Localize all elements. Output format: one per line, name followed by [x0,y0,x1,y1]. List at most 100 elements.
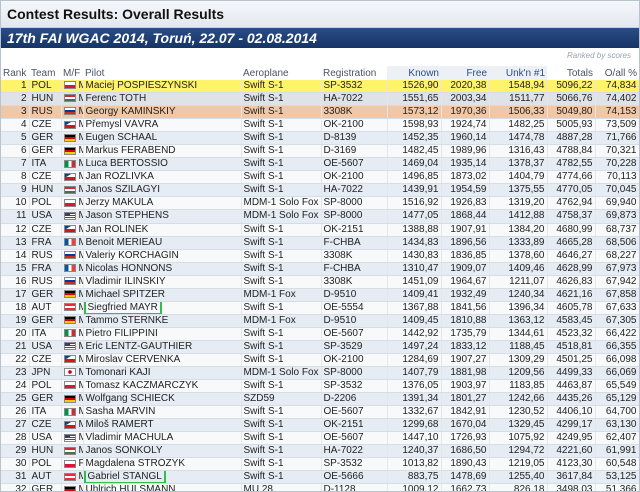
registration-cell: D-3169 [321,144,388,159]
table-row[interactable]: 20ITA MPietro FILIPPINISwift S-1OE-560714… [1,327,639,341]
table-row[interactable]: 13FRA MBenoit MERIEAUSwift S-1F-CHBA1434,… [1,236,639,250]
table-row[interactable]: 1POL MMaciej POSPIESZYŃSKISwift S-1SP-353… [1,80,639,94]
mf-cell: M [61,157,84,172]
table-row[interactable]: 25GER MWolfgang SCHIECKSZD59D-22061391,34… [1,392,639,407]
table-row[interactable]: 28USA MVladimir MACHULASwift S-1OE-560714… [1,431,639,446]
total-score-cell: 4499,33 [547,366,596,381]
overall-pct-cell: 61,991 [595,444,639,459]
aeroplane-cell: Swift S-1 [241,118,322,133]
col-unknown[interactable]: Unk'n #1 [489,66,547,80]
registration-cell: OE-5554 [321,301,388,315]
overall-pct-cell: 60,548 [595,457,639,472]
highlighted-pilot-name[interactable]: Siegfried MAYR [83,301,162,314]
overall-pct-cell: 71,766 [595,131,639,146]
known-score-cell: 1573,12 [387,105,442,120]
rank-cell: 28 [1,431,30,446]
registration-cell: 3308K [321,249,388,263]
table-row[interactable]: 27CZE MMiloš RAMERTSwift S-1OK-21511299,6… [1,418,639,433]
table-row[interactable]: 7ITA MLuca BERTOSSIOSwift S-1OE-56071469,… [1,157,639,172]
table-row[interactable]: 16RUS MVladimir ILINSKIYSwift S-13308K145… [1,275,639,289]
aeroplane-cell: Swift S-1 [241,301,322,315]
table-row[interactable]: 24POL MTomasz KACZMARCZYKSwift S-1SP-3532… [1,379,639,394]
known-score-cell: 1469,04 [387,157,442,172]
unknown-score-cell: 1482,25 [489,118,548,133]
overall-pct-cell: 74,402 [595,92,639,107]
registration-cell: OK-2100 [321,353,388,368]
total-score-cell: 4770,05 [547,183,596,198]
gender-label: M [79,237,83,248]
table-row[interactable]: 5GERMEugen SCHAALSwift S-1D-81391452,351… [1,131,639,146]
aeroplane-cell: Swift S-1 [241,157,322,172]
table-row[interactable]: 6GER MMarkus FERABENDSwift S-1D-31691482,… [1,144,639,159]
mf-cell: M [61,353,84,368]
table-row[interactable]: 3RUS MGeorgy KAMINSKIYSwift S-13308K1573,… [1,105,639,120]
table-row[interactable]: 30POLFMagdalena STRÓŻYKSwift S-1SP-35321… [1,457,639,472]
gender-label: M [79,263,83,274]
table-row[interactable]: 12CZE MJan ROLINEKSwift S-1OK-21511388,88… [1,223,639,237]
table-row[interactable]: 18AUT MSiegfried MAYR Swift S-1OE-55541367… [1,301,639,315]
aeroplane-cell: SZD59 [241,392,322,407]
col-team[interactable]: Team [29,66,61,80]
table-row[interactable]: 15FRA MNicolas HONNONSSwift S-1F-CHBA1310… [1,262,639,276]
col-overall-pct[interactable]: O/all % [595,66,639,80]
rank-cell: 1 [1,80,30,94]
team-cell: GER [29,392,62,407]
table-row[interactable]: 9HUN MJanos SZILAGYISwift S-1HA-70221439,… [1,183,639,198]
rank-cell: 17 [1,288,30,302]
registration-cell: SP-3529 [321,340,388,354]
table-row[interactable]: 21USA MEric LENTZ-GAUTHIERSwift S-1SP-352… [1,340,639,354]
overall-pct-cell: 66,069 [595,366,639,381]
col-rank[interactable]: Rank [1,66,29,80]
table-row[interactable]: 29HUN MJanos SONKOLYSwift S-1HA-70221240,… [1,444,639,459]
free-score-cell: 1926,83 [441,196,490,211]
col-pilot[interactable]: Pilot [83,66,241,80]
flag-icon [63,81,76,90]
rank-cell: 5 [1,131,30,146]
mf-cell: M [61,183,84,198]
known-score-cell: 1299,68 [387,418,442,433]
unknown-score-cell: 1375,55 [489,183,548,198]
pilot-cell: Uhlrich HULSMANN [83,483,242,491]
col-known[interactable]: Known [387,66,441,80]
pilot-cell: Janos SONKOLY [83,444,242,459]
table-row[interactable]: 32GER MUhlrich HULSMANNMU 28D-11281009,12… [1,483,639,491]
table-row[interactable]: 10POLMJerzy MAKULAMDM-1 Solo FoxSP-80001… [1,196,639,211]
registration-cell: F-CHBA [321,236,388,250]
known-score-cell: 1477,05 [387,209,442,224]
unknown-score-cell: 1404,79 [489,170,548,185]
team-cell: CZE [29,118,62,133]
total-score-cell: 4646,27 [547,249,596,263]
free-score-cell: 1810,88 [441,314,490,328]
registration-cell: HA-7022 [321,92,388,107]
table-row[interactable]: 26ITA MSasha MARVINSwift S-1OE-56071332,6… [1,405,639,420]
known-score-cell: 1009,12 [387,483,442,491]
col-registration[interactable]: Registration [321,66,387,80]
table-row[interactable]: 22CZEMMiroslav ČERVENKASwift S-1OK-21001… [1,353,639,368]
table-row[interactable]: 14RUS MValeriy KORCHAGINSwift S-13308K143… [1,249,639,263]
table-row[interactable]: 11USA MJason STEPHENSMDM-1 Solo FoxSP-800… [1,209,639,224]
col-totals[interactable]: Totals [547,66,595,80]
table-row[interactable]: 31AUT MGabriel STANGL Swift S-1OE-5666883,… [1,470,639,485]
table-row[interactable]: 8CZE MJan ROZLIVKASwift S-1OK-21001496,85… [1,170,639,185]
table-row[interactable]: 19GER MTammo STERNKEMDM-1 FoxD-95101409,4… [1,314,639,328]
col-free[interactable]: Free [441,66,489,80]
free-score-cell: 1478,69 [441,470,490,485]
team-cell: GER [29,314,62,328]
table-row[interactable]: 4CZE MPřemysl VÁVRASwift S-1OK-21001598,9… [1,118,639,133]
known-score-cell: 883,75 [387,470,442,485]
aeroplane-cell: Swift S-1 [241,144,322,159]
table-row[interactable]: 2HUN MFerenc TOTHSwift S-1HA-70221551,652… [1,92,639,107]
highlighted-pilot-name[interactable]: Gabriel STANGL [83,470,166,483]
col-aeroplane[interactable]: Aeroplane [241,66,321,80]
table-row[interactable]: 23JPN MTomonari KAJIMDM-1 Solo FoxSP-8000… [1,366,639,381]
registration-cell: OK-2100 [321,118,388,133]
mf-cell: M [61,196,84,211]
rank-cell: 13 [1,236,30,250]
unknown-score-cell: 1075,92 [489,431,548,446]
pilot-cell: Gabriel STANGL [83,470,242,485]
known-score-cell: 1367,88 [387,301,442,315]
table-row[interactable]: 17GER MMichael SPITZERMDM-1 FoxD-95101409… [1,288,639,302]
team-cell: FRA [29,262,62,276]
team-cell: AUT [29,301,62,315]
col-mf[interactable]: M/F [61,66,83,80]
